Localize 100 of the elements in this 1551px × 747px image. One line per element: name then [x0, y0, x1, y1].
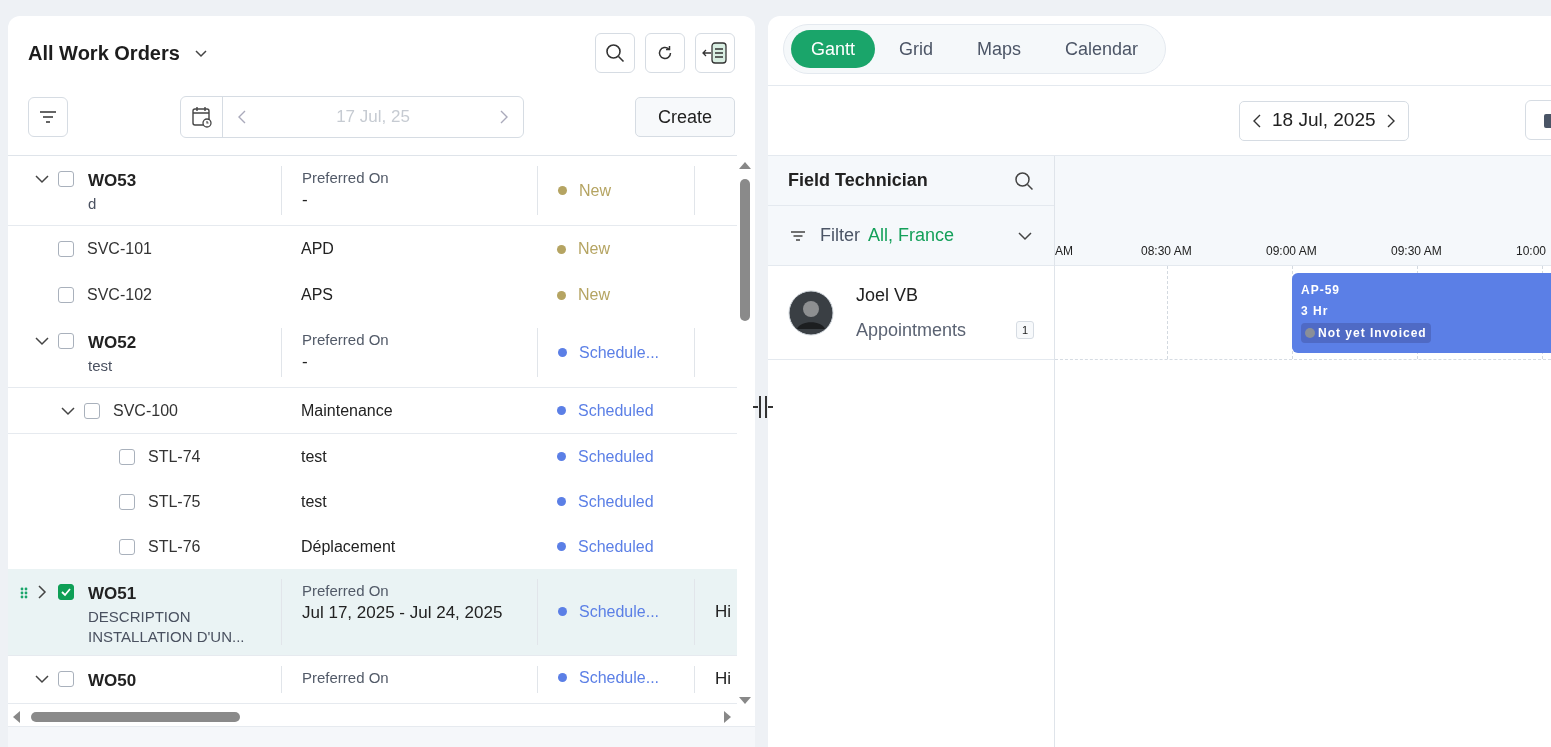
create-button[interactable]: Create — [635, 97, 735, 137]
filter-icon — [39, 110, 57, 124]
field-label: Preferred On — [302, 667, 390, 688]
work-order-description: DESCRIPTION INSTALLATION D'UN... — [88, 606, 246, 647]
search-button[interactable] — [595, 33, 635, 73]
table-row[interactable]: STL-75 test Scheduled — [8, 479, 737, 524]
field-value: - — [302, 189, 309, 211]
checkbox[interactable] — [119, 538, 135, 555]
appointment-duration: 3 Hr — [1301, 303, 1330, 320]
filter-icon — [790, 229, 806, 242]
filter-dropdown[interactable]: Filter All, France — [768, 206, 1054, 266]
service-id[interactable]: STL-75 — [148, 489, 201, 514]
appointment-bar[interactable]: AP-59 3 Hr Not yet Invoiced — [1292, 273, 1551, 353]
column-header: Field Technician — [788, 169, 928, 192]
resize-handle[interactable] — [752, 394, 774, 420]
service-name: APD — [301, 239, 334, 259]
table-row[interactable]: WO52 test Preferred On - Schedule... — [8, 318, 737, 388]
status-text: Schedule... — [579, 342, 660, 363]
panel-collapse-icon — [701, 41, 729, 65]
status-text: New — [578, 239, 610, 259]
table-row[interactable]: SVC-102 APS New — [8, 272, 737, 318]
view-tab[interactable]: Grid — [879, 30, 954, 68]
checkbox[interactable] — [119, 448, 135, 465]
status-text: New — [578, 285, 610, 305]
date-text: 18 Jul, 2025 — [1272, 108, 1376, 133]
checkbox[interactable] — [58, 333, 74, 349]
refresh-button[interactable] — [645, 33, 685, 73]
search-icon — [605, 43, 625, 63]
count-badge: 1 — [1015, 320, 1034, 340]
service-name: Maintenance — [301, 400, 393, 421]
checkbox[interactable] — [58, 287, 74, 303]
service-id[interactable]: SVC-100 — [113, 398, 178, 423]
time-label: 10:00 — [1516, 243, 1547, 260]
work-order-id[interactable]: WO50 — [88, 667, 258, 693]
field-value: Jul 17, 2025 - Jul 24, 2025 — [302, 602, 504, 624]
table-row[interactable]: SVC-100 Maintenance Scheduled — [8, 388, 737, 434]
service-id[interactable]: SVC-101 — [87, 237, 152, 261]
work-order-id[interactable]: WO53 — [88, 168, 258, 194]
subtitle-text: Appointments — [856, 318, 967, 342]
time-label: 09:30 AM — [1391, 243, 1442, 260]
checkbox[interactable] — [58, 670, 74, 687]
avatar — [788, 289, 834, 336]
checkbox[interactable] — [58, 241, 74, 257]
checkbox[interactable] — [84, 402, 100, 419]
collapse-panel-button[interactable] — [695, 33, 735, 73]
view-tab[interactable]: Calendar — [1045, 30, 1159, 68]
chevron-left-icon[interactable] — [1252, 113, 1262, 128]
appointment-code: AP-59 — [1301, 282, 1341, 299]
service-name: APS — [301, 285, 333, 305]
scrollbar-thumb[interactable] — [740, 179, 750, 321]
checkbox[interactable] — [58, 584, 74, 600]
status-text: Schedule... — [579, 601, 660, 622]
checkbox[interactable] — [58, 171, 74, 187]
scrollbar-thumb[interactable] — [31, 712, 240, 722]
table-row[interactable]: WO51 DESCRIPTION INSTALLATION D'UN... Preferred On Jul 17, 2025 - Jul 24, 2025 Schedule... Hi — [8, 569, 737, 656]
priority-text: Hi — [715, 600, 732, 623]
date-text: 17 Jul, 25 — [336, 106, 410, 129]
search-icon[interactable] — [1014, 170, 1034, 191]
service-id[interactable]: STL-74 — [148, 444, 201, 469]
drag-handle-icon[interactable] — [20, 587, 28, 599]
technician-name[interactable]: Joel VB — [856, 281, 1034, 309]
service-id[interactable]: SVC-102 — [87, 283, 152, 307]
service-id[interactable]: STL-76 — [148, 534, 201, 559]
scroll-up-icon[interactable] — [738, 160, 752, 170]
chevron-right-icon[interactable] — [1385, 113, 1396, 128]
service-name: test — [301, 446, 327, 467]
field-value: - — [302, 351, 309, 373]
work-order-id[interactable]: WO51 — [88, 581, 258, 607]
field-label: Preferred On — [302, 330, 390, 350]
field-label: Preferred On — [302, 581, 390, 601]
scroll-left-icon[interactable] — [11, 710, 21, 724]
filter-button[interactable] — [28, 97, 68, 137]
work-order-description: d — [88, 193, 98, 214]
service-name: Déplacement — [301, 536, 396, 557]
status-text: Scheduled — [578, 446, 654, 467]
scroll-down-icon[interactable] — [738, 696, 752, 706]
view-title[interactable]: All Work Orders — [28, 38, 180, 68]
invoice-status-badge: Not yet Invoiced — [1301, 323, 1431, 343]
time-label: 09:00 AM — [1266, 243, 1317, 260]
checkbox[interactable] — [119, 493, 135, 510]
chevron-down-icon — [1018, 230, 1032, 241]
status-text: Scheduled — [578, 400, 654, 421]
scroll-right-icon[interactable] — [723, 710, 733, 724]
table-row[interactable]: SVC-101 APD New — [8, 226, 737, 272]
status-text: New — [579, 180, 611, 201]
table-row[interactable]: WO53 d Preferred On - New — [8, 156, 737, 226]
time-label: 08:30 AM — [1141, 243, 1192, 260]
status-text: Schedule... — [579, 667, 660, 688]
service-name: test — [301, 491, 327, 512]
date-navigator[interactable]: 18 Jul, 2025 — [1239, 100, 1409, 141]
view-tab[interactable]: Maps — [957, 30, 1042, 68]
table-row[interactable]: STL-74 test Scheduled — [8, 434, 737, 479]
table-row[interactable]: STL-76 Déplacement Scheduled — [8, 524, 737, 569]
table-row[interactable]: WO50 Preferred On Schedule... Hi — [8, 655, 737, 704]
work-order-id[interactable]: WO52 — [88, 330, 258, 356]
time-label: AM — [1055, 243, 1073, 260]
work-order-description: test — [88, 355, 114, 376]
status-text: Scheduled — [578, 491, 654, 512]
refresh-icon — [656, 44, 674, 62]
status-text: Scheduled — [578, 536, 654, 557]
